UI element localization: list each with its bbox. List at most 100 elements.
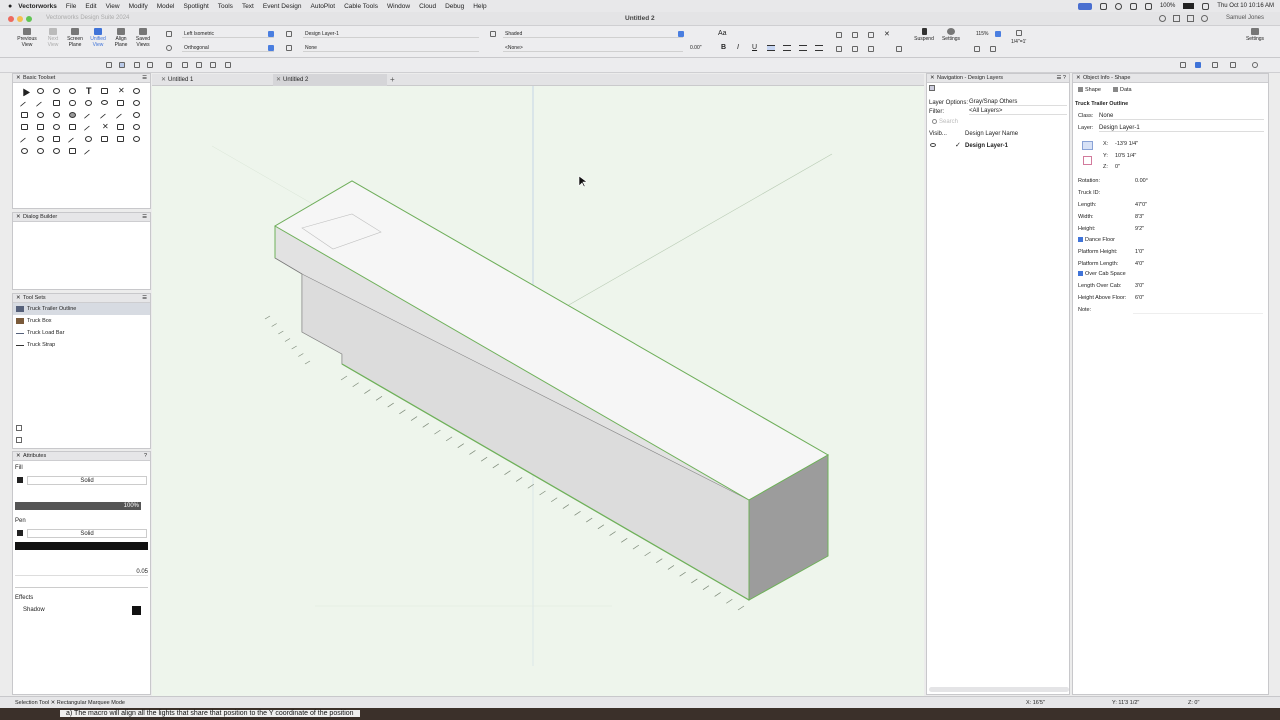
align-right-icon[interactable]: [799, 45, 807, 51]
tool-truck-trailer-outline[interactable]: Truck Trailer Outline: [13, 303, 150, 315]
home-icon[interactable]: [1187, 15, 1194, 22]
length-over-cab-field[interactable]: 3'0": [1135, 283, 1144, 289]
text-tool-icon[interactable]: T: [81, 86, 97, 96]
mode-icon-2[interactable]: [119, 62, 125, 68]
menu-event-design[interactable]: Event Design: [263, 3, 302, 10]
snap-angle-icon[interactable]: [868, 32, 874, 38]
menu-help[interactable]: Help: [473, 3, 486, 10]
menu-edit[interactable]: Edit: [85, 3, 96, 10]
dimension-tool-icon[interactable]: ✕: [113, 86, 129, 96]
pen-color-bar[interactable]: [15, 542, 148, 550]
tab-untitled-2[interactable]: ✕ Untitled 2: [273, 74, 387, 86]
palette-menu-icon[interactable]: ☰: [142, 213, 147, 222]
snap-toggle-icon-3[interactable]: [1230, 62, 1236, 68]
toolset-icon[interactable]: [16, 437, 22, 443]
selection-tool-icon[interactable]: [17, 86, 33, 97]
snap-edge-icon[interactable]: [836, 46, 842, 52]
mode-icon-8[interactable]: [210, 62, 216, 68]
align-plane-button[interactable]: Align Plane: [110, 28, 132, 48]
triangle-tool-icon[interactable]: [113, 134, 129, 144]
drawing-canvas[interactable]: [152, 86, 924, 696]
menu-modify[interactable]: Modify: [129, 3, 148, 10]
platform-height-field[interactable]: 1'0": [1135, 249, 1144, 255]
eye-icon[interactable]: [930, 143, 936, 147]
text-style-icon[interactable]: Aa: [718, 30, 727, 37]
unified-view-button[interactable]: Unified View: [87, 28, 109, 48]
layer-select[interactable]: Design Layer-1: [1099, 124, 1264, 132]
dance-floor-checkbox[interactable]: Dance Floor: [1078, 237, 1115, 243]
fill-circle-tool-icon[interactable]: [65, 110, 81, 120]
stipple-tool-icon[interactable]: [49, 146, 65, 156]
tangent-arc-tool-icon[interactable]: [33, 134, 49, 144]
wall-tool-icon[interactable]: [97, 134, 113, 144]
height-above-floor-field[interactable]: 6'0": [1135, 295, 1144, 301]
mode-icon-1[interactable]: [106, 62, 112, 68]
pen-style-select[interactable]: Solid: [27, 529, 147, 538]
account-icon[interactable]: [1201, 15, 1208, 22]
close-palette-icon[interactable]: ✕: [930, 74, 935, 83]
tool-truck-load-bar[interactable]: Truck Load Bar: [13, 327, 150, 339]
rotate-tool-icon[interactable]: [49, 122, 65, 132]
tab-data[interactable]: Data: [1113, 87, 1132, 93]
close-palette-icon[interactable]: ✕: [16, 294, 21, 303]
view-selector[interactable]: Left Isometric: [182, 30, 274, 38]
shape-tool-icon[interactable]: [49, 134, 65, 144]
z-field[interactable]: 0": [1115, 164, 1120, 170]
menu-cable-tools[interactable]: Cable Tools: [344, 3, 378, 10]
snap-tangent-icon[interactable]: [852, 46, 858, 52]
eyedropper-tool-icon[interactable]: [129, 86, 145, 96]
text-size-field[interactable]: 0.00": [688, 44, 708, 52]
spiral-tool-icon[interactable]: [49, 110, 65, 120]
pan-tool-icon[interactable]: [33, 86, 49, 96]
fillet-tool-icon[interactable]: [113, 122, 129, 132]
fill-style-select[interactable]: Solid: [27, 476, 147, 485]
user-name[interactable]: Samuel Jones: [1226, 15, 1264, 21]
chamfer-tool-icon[interactable]: [129, 122, 145, 132]
circle-tool-icon[interactable]: [81, 98, 97, 108]
control-center-icon[interactable]: [1202, 2, 1210, 10]
fill-opacity-bar[interactable]: 100%: [15, 502, 141, 510]
mode-icon-3[interactable]: [134, 62, 140, 68]
justify-icon[interactable]: [815, 45, 823, 51]
search-input[interactable]: Search: [931, 118, 1067, 126]
freehand-tool-icon[interactable]: [33, 110, 49, 120]
help-icon[interactable]: ?: [144, 452, 147, 461]
status-icon[interactable]: [1099, 2, 1107, 10]
palette-menu-icon[interactable]: ☰: [142, 74, 147, 83]
zoom-fit-icon[interactable]: [974, 46, 980, 52]
navigation-scrollbar[interactable]: [929, 687, 1069, 692]
note-field[interactable]: [1133, 306, 1263, 314]
over-cab-checkbox[interactable]: Over Cab Space: [1078, 271, 1126, 277]
saved-views-button[interactable]: Saved Views: [132, 28, 154, 48]
clip-tool-icon[interactable]: [17, 122, 33, 132]
isometric-drawing[interactable]: [152, 86, 924, 696]
layer-row[interactable]: Design Layer-1: [965, 143, 1008, 149]
toolset-icon[interactable]: [16, 425, 22, 431]
tool-truck-box[interactable]: Truck Box: [13, 315, 150, 327]
pen-tool-icon[interactable]: [81, 110, 97, 123]
nav-refs-icon[interactable]: [929, 85, 935, 91]
help-icon[interactable]: ☰ ?: [1056, 74, 1066, 83]
italic-icon[interactable]: I: [737, 44, 739, 51]
align-center-icon[interactable]: [783, 45, 791, 51]
scale-field[interactable]: 1/4"=1': [1009, 38, 1031, 46]
rectangle-tool-icon[interactable]: [49, 98, 65, 108]
projection-selector[interactable]: Orthogonal: [182, 44, 274, 52]
screen-share-icon[interactable]: [1077, 2, 1092, 10]
menu-app[interactable]: Vectorworks: [18, 3, 57, 10]
pen-swatch[interactable]: [17, 530, 23, 536]
snap-object-icon[interactable]: [852, 32, 858, 38]
snap-settings-icon[interactable]: [896, 46, 902, 52]
offset-tool-icon[interactable]: [129, 110, 145, 120]
split-tool-icon[interactable]: [81, 122, 97, 135]
render-sub-selector[interactable]: <None>: [503, 44, 683, 52]
bluetooth-icon[interactable]: [1144, 2, 1152, 10]
settings-button-right[interactable]: Settings: [1244, 28, 1266, 42]
polyline-tool-icon[interactable]: [17, 110, 33, 120]
snap-toggle-active-icon[interactable]: [1195, 62, 1201, 68]
close-tab-icon[interactable]: ✕: [276, 74, 281, 86]
battery-icon[interactable]: [1183, 3, 1195, 9]
zoom-window-button[interactable]: [26, 16, 32, 22]
mode-icon-9[interactable]: [225, 62, 231, 68]
close-palette-icon[interactable]: ✕: [16, 213, 21, 222]
